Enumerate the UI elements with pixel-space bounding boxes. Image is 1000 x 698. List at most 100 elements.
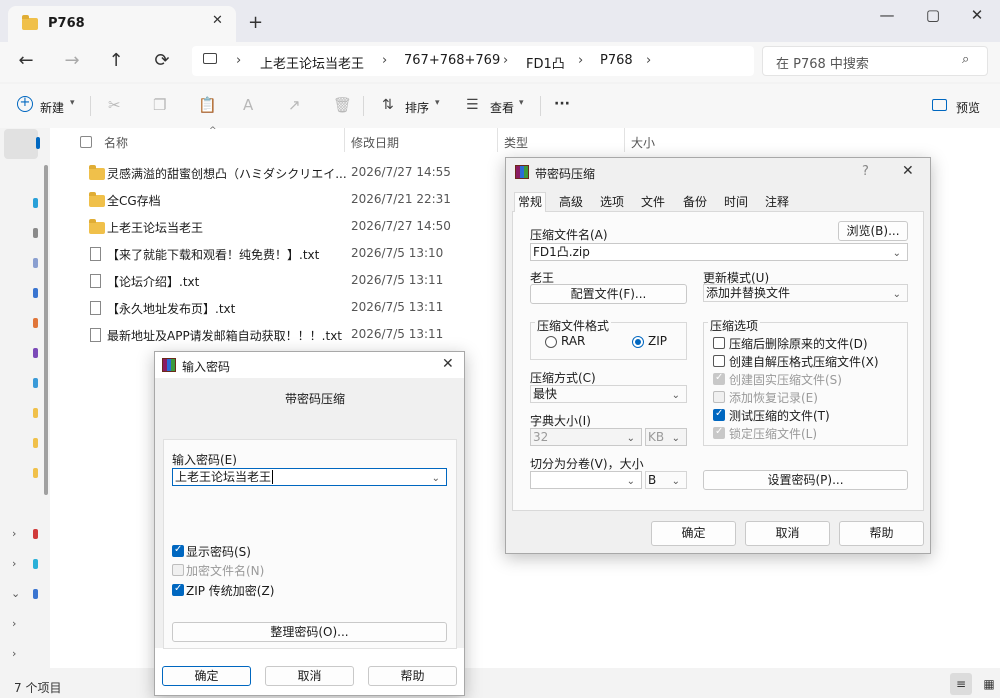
copy-icon[interactable]: ❐	[153, 96, 166, 114]
tab-close-icon[interactable]: ✕	[212, 13, 223, 28]
sidebar-item-icon[interactable]	[33, 529, 38, 539]
tab-time[interactable]: 时间	[721, 193, 751, 212]
new-button[interactable]: 新建	[40, 99, 64, 116]
chevron-down-icon[interactable]: ⌄	[432, 471, 440, 487]
view-icon[interactable]: ☰	[466, 97, 479, 113]
split-unit-select[interactable]: B ⌄	[645, 471, 687, 489]
table-row[interactable]: 上老王论坛当老王 2026/7/27 14:50	[80, 216, 500, 240]
dialog-close-button[interactable]: ✕	[442, 356, 454, 372]
tab-general[interactable]: 常规	[514, 192, 547, 212]
tiles-view-icon[interactable]: ▦	[978, 673, 1000, 695]
sidebar-item-icon[interactable]	[33, 288, 38, 298]
column-header-type[interactable]: 类型	[504, 134, 528, 151]
update-mode-select[interactable]: 添加并替换文件 ⌄	[703, 284, 908, 302]
preview-pane-icon[interactable]	[932, 99, 947, 111]
chevron-down-icon[interactable]: ⌄	[627, 474, 635, 490]
search-placeholder[interactable]: 在 P768 中搜索	[776, 53, 869, 72]
chevron-down-icon[interactable]: ⌄	[893, 246, 901, 262]
sidebar-item-icon[interactable]	[33, 228, 38, 238]
column-header-name[interactable]: 名称	[104, 134, 128, 151]
rename-icon[interactable]: A	[243, 96, 253, 114]
table-row[interactable]: 最新地址及APP请发邮箱自动获取！！！.txt 2026/7/5 13:11	[80, 324, 500, 348]
dialog-close-button[interactable]: ✕	[902, 163, 914, 179]
sort-button[interactable]: 排序	[405, 99, 429, 116]
chevron-right-icon[interactable]: ›	[12, 557, 16, 570]
chevron-down-icon[interactable]: ⌄	[11, 587, 20, 600]
window-close-button[interactable]: ✕	[962, 6, 992, 24]
breadcrumb-item[interactable]: P768	[600, 53, 633, 68]
maximize-button[interactable]: ▢	[918, 6, 948, 24]
preview-button[interactable]: 预览	[956, 99, 980, 116]
sidebar-item-icon[interactable]	[33, 318, 38, 328]
table-row[interactable]: 全CG存档 2026/7/21 22:31	[80, 189, 500, 213]
cancel-button[interactable]: 取消	[745, 521, 830, 546]
set-password-button[interactable]: 设置密码(P)...	[703, 470, 908, 490]
column-divider[interactable]	[624, 128, 625, 152]
help-button[interactable]: 帮助	[368, 666, 457, 686]
more-options-button[interactable]: ···	[554, 96, 570, 112]
sidebar-item-icon[interactable]	[33, 378, 38, 388]
refresh-button[interactable]: ⟳	[150, 50, 174, 71]
chevron-down-icon[interactable]: ⌄	[893, 287, 901, 303]
select-all-checkbox[interactable]	[80, 136, 92, 148]
sidebar-item-icon[interactable]	[33, 589, 38, 599]
minimize-button[interactable]: —	[872, 6, 902, 24]
chevron-right-icon[interactable]: ›	[12, 527, 16, 540]
breadcrumb-item[interactable]: 上老王论坛当老王	[260, 53, 364, 72]
solid-checkbox[interactable]	[713, 372, 725, 385]
details-view-icon[interactable]: ≡	[950, 673, 972, 695]
chevron-down-icon[interactable]: ⌄	[672, 474, 680, 490]
sidebar-selected-item[interactable]	[4, 129, 38, 159]
chevron-down-icon[interactable]: ⌄	[672, 388, 680, 404]
delete-icon[interactable]: 🗑	[333, 96, 352, 114]
sidebar-item-icon[interactable]	[33, 559, 38, 569]
sidebar-item-icon[interactable]	[33, 468, 38, 478]
test-archive-checkbox[interactable]	[713, 408, 725, 421]
sidebar-item-icon[interactable]	[33, 198, 38, 208]
back-button[interactable]: ←	[14, 50, 38, 71]
forward-button[interactable]: →	[60, 50, 84, 71]
column-header-size[interactable]: 大小	[631, 134, 655, 151]
paste-icon[interactable]: 📋	[198, 96, 217, 114]
sidebar-item-icon[interactable]	[33, 438, 38, 448]
table-row[interactable]: 【永久地址发布页】.txt 2026/7/5 13:11	[80, 297, 500, 321]
profile-button[interactable]: 配置文件(F)...	[530, 284, 687, 304]
sidebar-item-icon[interactable]	[33, 258, 38, 268]
lock-archive-checkbox[interactable]	[713, 426, 725, 439]
chevron-down-icon[interactable]: ⌄	[672, 431, 680, 447]
sort-icon[interactable]: ⇅	[382, 97, 394, 113]
browse-button[interactable]: 浏览(B)...	[838, 221, 908, 241]
search-icon[interactable]: ⌕	[962, 52, 969, 67]
up-button[interactable]: ↑	[104, 50, 128, 71]
sidebar-item-icon[interactable]	[33, 408, 38, 418]
cancel-button[interactable]: 取消	[265, 666, 354, 686]
help-icon[interactable]: ?	[862, 164, 869, 179]
new-tab-button[interactable]: +	[248, 12, 263, 33]
tab-files[interactable]: 文件	[638, 193, 668, 212]
new-icon[interactable]: +	[17, 96, 33, 112]
tab-backup[interactable]: 备份	[680, 193, 710, 212]
chevron-right-icon[interactable]: ›	[12, 617, 16, 630]
sidebar-item-icon[interactable]	[33, 348, 38, 358]
share-icon[interactable]: ↗	[288, 96, 301, 114]
archive-name-field[interactable]: FD1凸.zip ⌄	[530, 243, 908, 261]
zip-legacy-checkbox[interactable]	[172, 583, 184, 596]
tab-p768[interactable]: P768 ✕	[8, 6, 236, 42]
password-input[interactable]: 上老王论坛当老王 ⌄	[172, 468, 447, 486]
dict-size-select[interactable]: 32 ⌄	[530, 428, 642, 446]
rar-radio[interactable]	[545, 336, 557, 348]
chevron-down-icon[interactable]: ⌄	[627, 431, 635, 447]
table-row[interactable]: 【来了就能下载和观看！纯免费！】.txt 2026/7/5 13:10	[80, 243, 500, 267]
table-row[interactable]: 【论坛介绍】.txt 2026/7/5 13:11	[80, 270, 500, 294]
sidebar-scrollbar[interactable]	[44, 165, 48, 495]
show-password-checkbox[interactable]	[172, 544, 184, 557]
dict-unit-select[interactable]: KB ⌄	[645, 428, 687, 446]
ok-button[interactable]: 确定	[651, 521, 736, 546]
tab-advanced[interactable]: 高级	[556, 193, 586, 212]
tab-options[interactable]: 选项	[597, 193, 627, 212]
navigation-pane[interactable]	[0, 128, 50, 668]
chevron-right-icon[interactable]: ›	[12, 647, 16, 660]
chevron-down-icon[interactable]: ▾	[519, 98, 524, 108]
table-row[interactable]: 灵感满溢的甜蜜创想凸（ハミダシクリエイ... 2026/7/27 14:55	[80, 162, 500, 186]
column-divider[interactable]	[344, 128, 345, 152]
